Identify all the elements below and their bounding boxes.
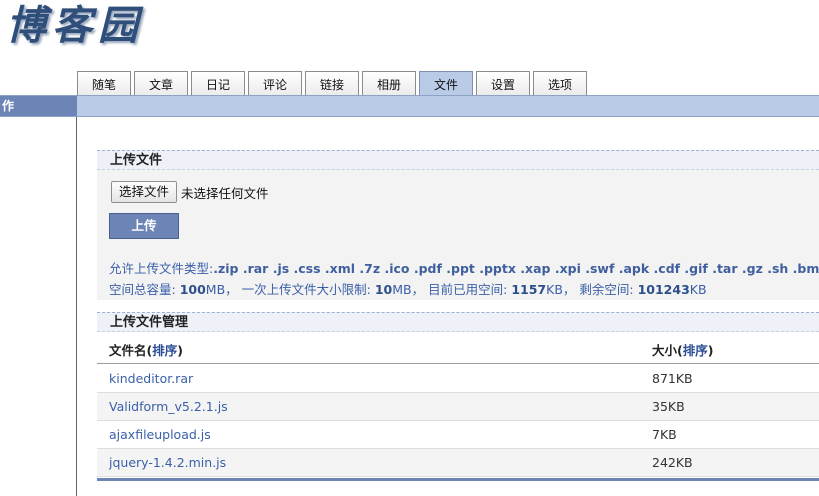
allowed-types: 允许上传文件类型:.zip .rar .js .css .xml .7z .ic… (109, 258, 819, 277)
tab-options[interactable]: 选项 (533, 71, 587, 95)
file-link[interactable]: jquery-1.4.2.min.js (109, 449, 226, 477)
quota-total-label: 空间总容量: (109, 282, 176, 297)
quota-single-unit: MB， (392, 282, 425, 297)
no-file-label: 未选择任何文件 (181, 185, 269, 201)
table-row: ajaxfileupload.js 7KB (97, 421, 819, 449)
quota-remain-unit: KB (689, 282, 707, 297)
tab-comments[interactable]: 评论 (248, 71, 302, 95)
quota-remain-value: 101243 (637, 282, 690, 297)
allowed-types-label: 允许上传文件类型: (109, 261, 214, 276)
allowed-types-value: .zip .rar .js .css .xml .7z .ico .pdf .p… (213, 261, 819, 276)
site-logo[interactable]: 博客园 (6, 2, 144, 50)
tab-links[interactable]: 链接 (305, 71, 359, 95)
tab-files[interactable]: 文件 (419, 71, 473, 95)
col-filename: 文件名(排序) (109, 338, 183, 364)
quota-used-label: 目前已用空间: (428, 282, 508, 297)
upload-button[interactable]: 上传 (109, 213, 179, 239)
table-row: Validform_v5.2.1.js 35KB (97, 393, 819, 421)
file-manage-panel: 上传文件管理 文件名(排序) 大小(排序) kindeditor.rar 871… (97, 312, 819, 480)
col-filename-label: 文件名( (109, 343, 153, 358)
file-table-header: 文件名(排序) 大小(排序) (97, 338, 819, 364)
col-size-close: ) (707, 343, 714, 358)
tab-posts[interactable]: 随笔 (77, 71, 131, 95)
file-picker: 选择文件 未选择任何文件 (111, 181, 269, 203)
quota-single-value: 10 (374, 282, 393, 297)
file-size: 242KB (652, 455, 693, 470)
upload-panel: 上传文件 选择文件 未选择任何文件 上传 允许上传文件类型:.zip .rar … (97, 150, 819, 300)
tab-albums[interactable]: 相册 (362, 71, 416, 95)
tab-diary[interactable]: 日记 (191, 71, 245, 95)
sort-by-name-link[interactable]: 排序 (152, 343, 177, 358)
sidebar-divider (76, 117, 77, 496)
quota-used-unit: KB， (546, 282, 576, 297)
col-size: 大小(排序) (652, 338, 713, 364)
quota-remain-label: 剩余空间: (579, 282, 634, 297)
col-size-label: 大小( (652, 343, 683, 358)
file-link[interactable]: kindeditor.rar (109, 365, 193, 393)
file-manage-title: 上传文件管理 (97, 312, 819, 332)
quota-info: 空间总容量: 100MB， 一次上传文件大小限制: 10MB， 目前已用空间: … (109, 279, 707, 298)
main-tabs: 随笔 文章 日记 评论 链接 相册 文件 设置 选项 (77, 71, 590, 95)
file-link[interactable]: ajaxfileupload.js (109, 421, 211, 449)
top-bar: 作 (0, 95, 819, 117)
file-size: 35KB (652, 399, 685, 414)
file-size: 871KB (652, 371, 693, 386)
file-size: 7KB (652, 427, 677, 442)
col-filename-close: ) (177, 343, 183, 358)
quota-used-value: 1157 (511, 282, 547, 297)
table-row: kindeditor.rar 871KB (97, 365, 819, 393)
tab-settings[interactable]: 设置 (476, 71, 530, 95)
upload-panel-title: 上传文件 (97, 150, 819, 170)
table-row: jquery-1.4.2.min.js 242KB (97, 449, 819, 477)
quota-total-unit: MB， (205, 282, 238, 297)
sort-by-size-link[interactable]: 排序 (683, 343, 708, 358)
quota-single-label: 一次上传文件大小限制: (241, 282, 371, 297)
tab-articles[interactable]: 文章 (134, 71, 188, 95)
file-table-body: kindeditor.rar 871KB Validform_v5.2.1.js… (97, 365, 819, 477)
file-link[interactable]: Validform_v5.2.1.js (109, 393, 228, 421)
table-bottom-border (97, 478, 819, 481)
sidebar-heading: 作 (0, 96, 77, 116)
choose-file-button[interactable]: 选择文件 (111, 181, 178, 203)
quota-total-value: 100 (179, 282, 206, 297)
